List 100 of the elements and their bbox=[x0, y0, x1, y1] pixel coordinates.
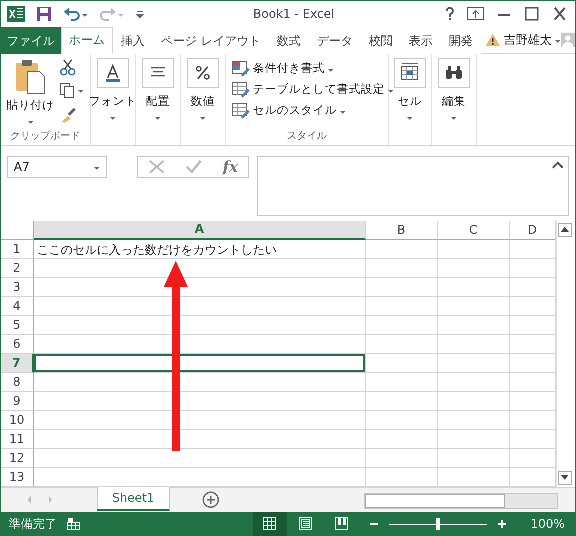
table-cell[interactable] bbox=[510, 296, 556, 316]
table-cell[interactable] bbox=[438, 430, 510, 449]
table-cell[interactable] bbox=[366, 410, 438, 430]
table-cell[interactable] bbox=[438, 258, 510, 278]
table-cell[interactable] bbox=[438, 372, 510, 392]
table-cell[interactable] bbox=[366, 392, 438, 411]
column-header[interactable]: B bbox=[366, 220, 438, 240]
styles-menu-button[interactable]: セルのスタイル bbox=[232, 100, 394, 122]
maximize-icon[interactable] bbox=[523, 7, 541, 22]
styles-menu-button[interactable]: 条件付き書式 bbox=[232, 58, 394, 80]
zoom-thumb[interactable] bbox=[436, 518, 440, 530]
macro-record-icon[interactable] bbox=[67, 517, 81, 531]
column-header[interactable]: A bbox=[34, 220, 366, 240]
column-header[interactable]: C bbox=[438, 220, 510, 240]
sheet-tab[interactable]: Sheet1 bbox=[97, 486, 170, 511]
table-cell[interactable] bbox=[34, 354, 366, 373]
paste-icon bbox=[14, 58, 48, 96]
normal-view-icon bbox=[262, 517, 277, 531]
row-header[interactable]: 12 bbox=[1, 448, 34, 468]
row-header[interactable]: 5 bbox=[1, 316, 34, 335]
scroll-down-button[interactable] bbox=[558, 470, 572, 485]
zoom-level[interactable]: 100% bbox=[530, 517, 565, 531]
table-cell[interactable] bbox=[438, 354, 510, 373]
column-header[interactable]: D bbox=[510, 220, 556, 240]
table-cell[interactable] bbox=[510, 448, 556, 468]
font-color-icon bbox=[103, 63, 123, 84]
check-icon[interactable] bbox=[185, 159, 204, 176]
ribbon-button[interactable]: 編集 bbox=[438, 58, 470, 124]
zoom-in-icon[interactable] bbox=[496, 519, 507, 529]
ribbon-display-icon[interactable] bbox=[467, 7, 485, 22]
formula-input[interactable] bbox=[257, 156, 569, 216]
table-cell[interactable] bbox=[438, 278, 510, 297]
cut-icon[interactable] bbox=[58, 58, 76, 76]
row-header[interactable]: 10 bbox=[1, 410, 34, 430]
horizontal-scrollbar[interactable] bbox=[364, 492, 558, 509]
ribbon-button[interactable]: 数値 bbox=[187, 58, 219, 124]
table-cell[interactable] bbox=[366, 372, 438, 392]
table-cell[interactable] bbox=[438, 296, 510, 316]
table-cell[interactable] bbox=[510, 354, 556, 373]
table-cell[interactable] bbox=[366, 430, 438, 449]
row-header[interactable]: 8 bbox=[1, 372, 34, 392]
table-cell[interactable] bbox=[366, 240, 438, 259]
help-icon[interactable] bbox=[443, 7, 457, 22]
table-cell[interactable] bbox=[510, 316, 556, 335]
row-header[interactable]: 3 bbox=[1, 278, 34, 297]
ribbon-button[interactable]: セル bbox=[394, 58, 426, 124]
row-header[interactable]: 2 bbox=[1, 258, 34, 278]
table-cell[interactable] bbox=[510, 392, 556, 411]
table-cell[interactable] bbox=[510, 410, 556, 430]
table-cell[interactable] bbox=[438, 392, 510, 411]
conditional-format-icon bbox=[232, 60, 250, 77]
add-sheet-icon[interactable] bbox=[202, 490, 220, 509]
name-box[interactable]: A7 bbox=[7, 156, 107, 178]
paste-button[interactable]: 貼り付け bbox=[6, 58, 54, 128]
ribbon-button[interactable]: フォント bbox=[89, 58, 137, 124]
table-cell[interactable] bbox=[366, 448, 438, 468]
ribbon-tab[interactable]: ホーム bbox=[61, 27, 113, 54]
insert-function-button[interactable]: fx bbox=[222, 158, 238, 176]
table-cell[interactable] bbox=[438, 334, 510, 354]
row-header[interactable]: 9 bbox=[1, 392, 34, 411]
customize-icon[interactable] bbox=[135, 9, 145, 20]
table-cell[interactable] bbox=[438, 448, 510, 468]
file-tab[interactable]: ファイル bbox=[1, 27, 61, 54]
table-cell[interactable] bbox=[510, 240, 556, 259]
table-cell[interactable] bbox=[438, 410, 510, 430]
undo-icon[interactable] bbox=[63, 6, 89, 22]
scroll-up-button[interactable] bbox=[558, 222, 572, 237]
table-cell[interactable] bbox=[366, 354, 438, 373]
row-header[interactable]: 1 bbox=[1, 240, 34, 259]
table-cell[interactable] bbox=[366, 334, 438, 354]
table-cell[interactable] bbox=[366, 258, 438, 278]
table-cell[interactable] bbox=[366, 296, 438, 316]
select-all-button[interactable] bbox=[1, 220, 34, 240]
save-icon[interactable] bbox=[35, 6, 53, 22]
collapse-icon[interactable] bbox=[552, 161, 564, 170]
view-button[interactable] bbox=[252, 512, 287, 536]
copy-icon[interactable] bbox=[58, 82, 84, 100]
table-cell[interactable] bbox=[438, 240, 510, 259]
redo-icon[interactable] bbox=[99, 6, 125, 22]
table-cell[interactable] bbox=[510, 258, 556, 278]
cells-icon bbox=[399, 63, 421, 84]
table-cell[interactable] bbox=[34, 448, 366, 468]
page-layout-icon bbox=[298, 517, 313, 531]
row-header[interactable]: 13 bbox=[1, 468, 34, 487]
ribbon-button[interactable]: 配置 bbox=[142, 58, 174, 124]
row-header[interactable]: 6 bbox=[1, 334, 34, 354]
page-break-icon bbox=[334, 517, 349, 531]
warning-icon bbox=[484, 33, 501, 48]
styles-menu-button[interactable]: テーブルとして書式設定 bbox=[232, 79, 394, 100]
row-header[interactable]: 7 bbox=[1, 354, 34, 373]
table-cell[interactable] bbox=[510, 430, 556, 449]
row-header[interactable]: 4 bbox=[1, 296, 34, 316]
table-cell[interactable] bbox=[366, 316, 438, 335]
table-cell[interactable] bbox=[438, 316, 510, 335]
row-header[interactable]: 11 bbox=[1, 430, 34, 449]
table-cell[interactable] bbox=[510, 334, 556, 354]
table-cell[interactable] bbox=[510, 372, 556, 392]
table-cell[interactable] bbox=[366, 278, 438, 297]
cancel-icon[interactable] bbox=[148, 159, 166, 176]
table-cell[interactable] bbox=[510, 278, 556, 297]
